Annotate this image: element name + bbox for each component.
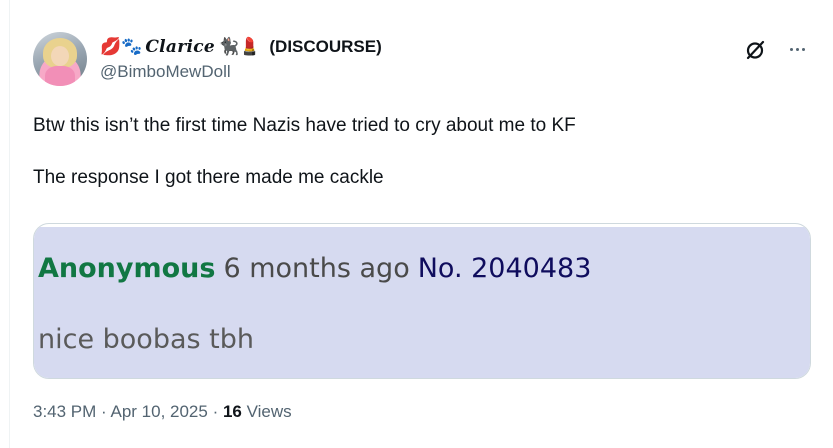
meta-separator: · — [207, 402, 223, 421]
divider — [9, 0, 10, 448]
more-dot — [801, 47, 805, 51]
tweet-date[interactable]: Apr 10, 2025 — [110, 402, 207, 421]
display-name[interactable]: 💋🐾 Clarice 🐈‍⬛💄 (DISCOURSE) — [100, 35, 382, 59]
more-icon[interactable] — [786, 38, 808, 60]
avatar[interactable] — [33, 32, 87, 86]
more-dot — [789, 47, 793, 51]
tweet-time[interactable]: 3:43 PM — [33, 402, 96, 421]
display-name-tag: (DISCOURSE) — [269, 37, 382, 56]
post-author-name: Anonymous — [38, 253, 216, 284]
embedded-image[interactable]: Anonymous 6 months ago No. 2040483 nice bo… — [33, 223, 811, 379]
grok-icon-glyph — [746, 40, 765, 60]
display-name-prefix-emojis: 💋🐾 — [100, 37, 143, 56]
embedded-post: Anonymous 6 months ago No. 2040483 nice bo… — [34, 227, 810, 378]
views-count: 16 — [222, 402, 242, 421]
user-handle[interactable]: @BimboMewDoll — [100, 62, 231, 82]
avatar-face — [51, 46, 69, 66]
avatar-body — [45, 66, 75, 86]
meta-separator: · — [96, 402, 111, 421]
tweet: 💋🐾 Clarice 🐈‍⬛💄 (DISCOURSE) @BimboMewDol… — [0, 0, 833, 448]
post-header: Anonymous 6 months ago No. 2040483 — [38, 253, 591, 284]
views-label: Views — [241, 402, 292, 421]
post-body: nice boobas tbh — [38, 324, 254, 355]
post-number: No. 2040483 — [417, 253, 592, 284]
more-dot — [795, 47, 799, 51]
display-name-script: Clarice — [145, 37, 216, 57]
tweet-text: Btw this isn’t the first time Nazis have… — [33, 115, 576, 188]
tweet-meta: 3:43 PM · Apr 10, 2025 · 16 Views — [33, 402, 292, 422]
display-name-suffix-emojis: 🐈‍⬛💄 — [218, 37, 261, 56]
grok-icon[interactable] — [743, 38, 767, 62]
post-time: 6 months ago — [223, 253, 410, 284]
